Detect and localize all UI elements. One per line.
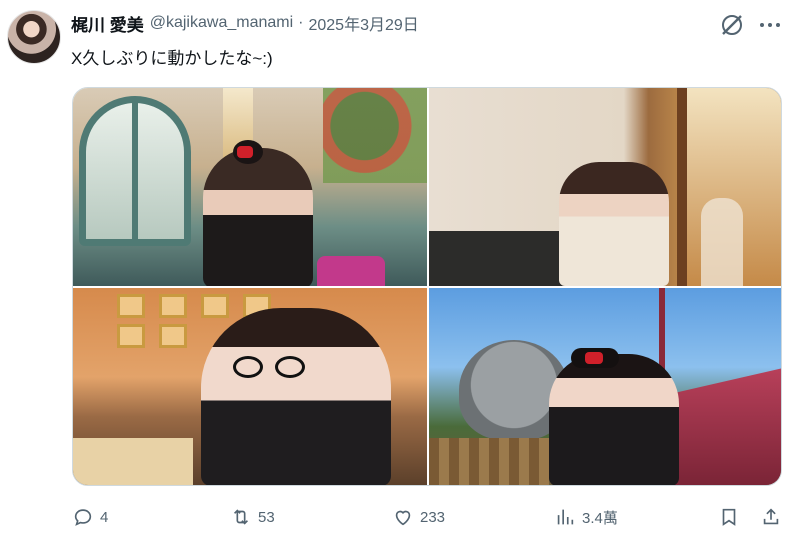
wall-picture xyxy=(159,294,187,318)
action-bar: 4 53 233 3.4萬 xyxy=(72,504,784,530)
bookmark-button[interactable] xyxy=(718,504,740,530)
more-dot xyxy=(768,23,772,27)
share-button[interactable] xyxy=(760,504,782,530)
grok-icon[interactable] xyxy=(719,12,745,38)
avatar[interactable] xyxy=(7,10,61,64)
analytics-icon xyxy=(557,509,574,525)
person xyxy=(549,354,679,485)
tweet-card: 梶川 愛美 @kajikawa_manami · 2025年3月29日 X久しぶ… xyxy=(0,0,799,546)
red-bow xyxy=(585,352,603,364)
photo-sweater-window[interactable] xyxy=(429,88,781,286)
more-icon[interactable] xyxy=(758,16,782,34)
plant-decoration xyxy=(323,88,427,183)
retweet-icon xyxy=(233,509,249,525)
post-date[interactable]: 2025年3月29日 xyxy=(308,11,418,35)
reply-button[interactable]: 4 xyxy=(72,504,108,530)
person xyxy=(559,162,669,286)
share-icon xyxy=(763,508,779,525)
photo-pirate-ship[interactable] xyxy=(429,288,781,485)
wall-picture xyxy=(159,324,187,348)
pink-chair xyxy=(317,256,385,286)
person xyxy=(201,308,391,485)
media-grid xyxy=(72,87,782,486)
wall-picture xyxy=(117,294,145,318)
reply-count: 4 xyxy=(100,508,109,526)
separator-dot: · xyxy=(298,14,304,31)
round-window xyxy=(79,96,191,246)
wall-picture xyxy=(201,294,229,318)
user-handle[interactable]: @kajikawa_manami xyxy=(150,14,293,32)
like-button[interactable]: 233 xyxy=(392,504,445,530)
retweet-button[interactable]: 53 xyxy=(230,504,275,530)
more-dot xyxy=(776,23,780,27)
heart-icon xyxy=(395,510,411,526)
views-button[interactable]: 3.4萬 xyxy=(554,504,618,530)
display-name[interactable]: 梶川 愛美 xyxy=(71,11,144,36)
bench xyxy=(73,438,193,485)
wooden-fence xyxy=(429,438,549,485)
reply-icon xyxy=(74,509,92,526)
bookmark-icon xyxy=(722,508,736,526)
like-count: 233 xyxy=(420,508,446,526)
red-bow xyxy=(237,146,253,158)
tweet-text: X久しぶりに動かしたな~:) xyxy=(71,49,273,68)
retweet-count: 53 xyxy=(258,508,275,526)
more-dot xyxy=(760,23,764,27)
views-count: 3.4萬 xyxy=(582,509,618,527)
tweet-header: 梶川 愛美 @kajikawa_manami · 2025年3月29日 xyxy=(71,11,419,36)
photo-cafe-glasses[interactable] xyxy=(73,288,427,485)
person xyxy=(203,148,313,286)
photo-cafe-window[interactable] xyxy=(73,88,427,286)
wall-picture xyxy=(117,324,145,348)
glasses xyxy=(233,356,305,380)
window-reflection xyxy=(701,198,743,286)
